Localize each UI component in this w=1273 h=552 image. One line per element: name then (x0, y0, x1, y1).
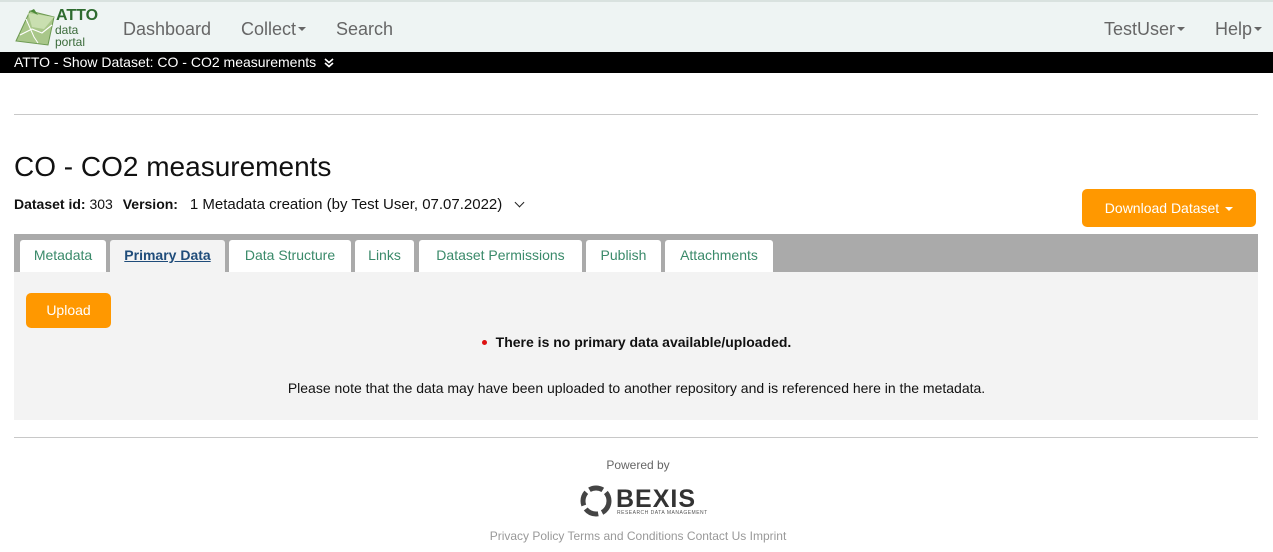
nav-search[interactable]: Search (336, 18, 393, 40)
tab-bar: Metadata Primary Data Data Structure Lin… (14, 234, 1258, 272)
version-select[interactable]: 1 Metadata creation (by Test User, 07.07… (189, 196, 525, 213)
chevron-down-icon (514, 197, 525, 208)
breadcrumb[interactable]: ATTO - Show Dataset: CO - CO2 measuremen… (0, 52, 1273, 73)
logo-subtitle-portal: portal (55, 35, 86, 49)
version-label: Version: (122, 196, 178, 212)
tab-label: Publish (600, 247, 647, 263)
caret-down-icon (1254, 27, 1263, 32)
nav-user-label: TestUser (1104, 19, 1176, 39)
tab-label: Primary Data (124, 247, 211, 263)
privacy-policy-link[interactable]: Privacy Policy (490, 529, 565, 543)
divider (14, 437, 1258, 438)
tab-data-structure[interactable]: Data Structure (229, 240, 351, 272)
double-chevron-down-icon (324, 58, 334, 68)
tab-label: Links (368, 247, 401, 263)
tab-label: Dataset Permissions (436, 247, 565, 263)
bullet-icon (481, 339, 487, 345)
bexis-logo[interactable]: BEXIS RESEARCH DATA MANAGEMENT (580, 484, 707, 518)
tab-label: Metadata (33, 247, 93, 263)
dataset-id-label: Dataset id: (14, 196, 86, 212)
version-value: 1 Metadata creation (by Test User, 07.07… (189, 196, 503, 213)
nav-dashboard-label: Dashboard (123, 19, 212, 39)
tab-label: Data Structure (244, 247, 336, 263)
nav-search-label: Search (336, 19, 394, 39)
caret-down-icon (1225, 207, 1234, 212)
divider (14, 114, 1258, 115)
nav-help-dropdown[interactable]: Help (1215, 18, 1263, 40)
footer-links: Privacy Policy Terms and Conditions Cont… (0, 529, 1273, 543)
tab-attachments[interactable]: Attachments (665, 240, 773, 272)
bexis-tagline: RESEARCH DATA MANAGEMENT (617, 510, 708, 516)
bexis-logo-icon (580, 485, 612, 517)
download-dataset-label: Download Dataset (1104, 200, 1220, 216)
tab-publish[interactable]: Publish (586, 240, 661, 272)
breadcrumb-text: ATTO - Show Dataset: CO - CO2 measuremen… (14, 54, 317, 70)
powered-by-label: Powered by (606, 458, 670, 472)
atto-logo[interactable]: ATTO data portal (14, 7, 98, 49)
no-data-text: There is no primary data available/uploa… (495, 334, 792, 350)
page-title: CO - CO2 measurements (14, 151, 332, 182)
dataset-meta: Dataset id: 303 Version: 1 Metadata crea… (14, 194, 525, 215)
caret-down-icon (298, 27, 307, 32)
nav-collect-dropdown[interactable]: Collect (241, 18, 307, 40)
bexis-wordmark: BEXIS (616, 485, 697, 513)
download-dataset-button[interactable]: Download Dataset (1082, 189, 1256, 227)
tab-links[interactable]: Links (355, 240, 414, 272)
top-navbar: ATTO data portal Dashboard Collect Searc… (0, 0, 1273, 52)
tab-metadata[interactable]: Metadata (20, 240, 106, 272)
dataset-id-value: 303 (89, 196, 113, 212)
terms-link[interactable]: Terms and Conditions (568, 529, 684, 543)
nav-dashboard[interactable]: Dashboard (123, 18, 211, 40)
no-data-message: There is no primary data available/uploa… (0, 333, 1273, 351)
upload-button[interactable]: Upload (26, 293, 111, 328)
atto-logo-icon (15, 9, 55, 46)
caret-down-icon (1177, 27, 1186, 32)
nav-collect-label: Collect (241, 19, 297, 39)
imprint-link[interactable]: Imprint (750, 529, 787, 543)
nav-help-label: Help (1215, 19, 1253, 39)
repository-note: Please note that the data may have been … (287, 380, 986, 396)
nav-user-dropdown[interactable]: TestUser (1104, 18, 1186, 40)
upload-label: Upload (46, 302, 91, 318)
contact-us-link[interactable]: Contact Us (687, 529, 746, 543)
tab-dataset-permissions[interactable]: Dataset Permissions (419, 240, 582, 272)
tab-label: Attachments (680, 247, 758, 263)
tab-primary-data[interactable]: Primary Data (110, 240, 225, 272)
